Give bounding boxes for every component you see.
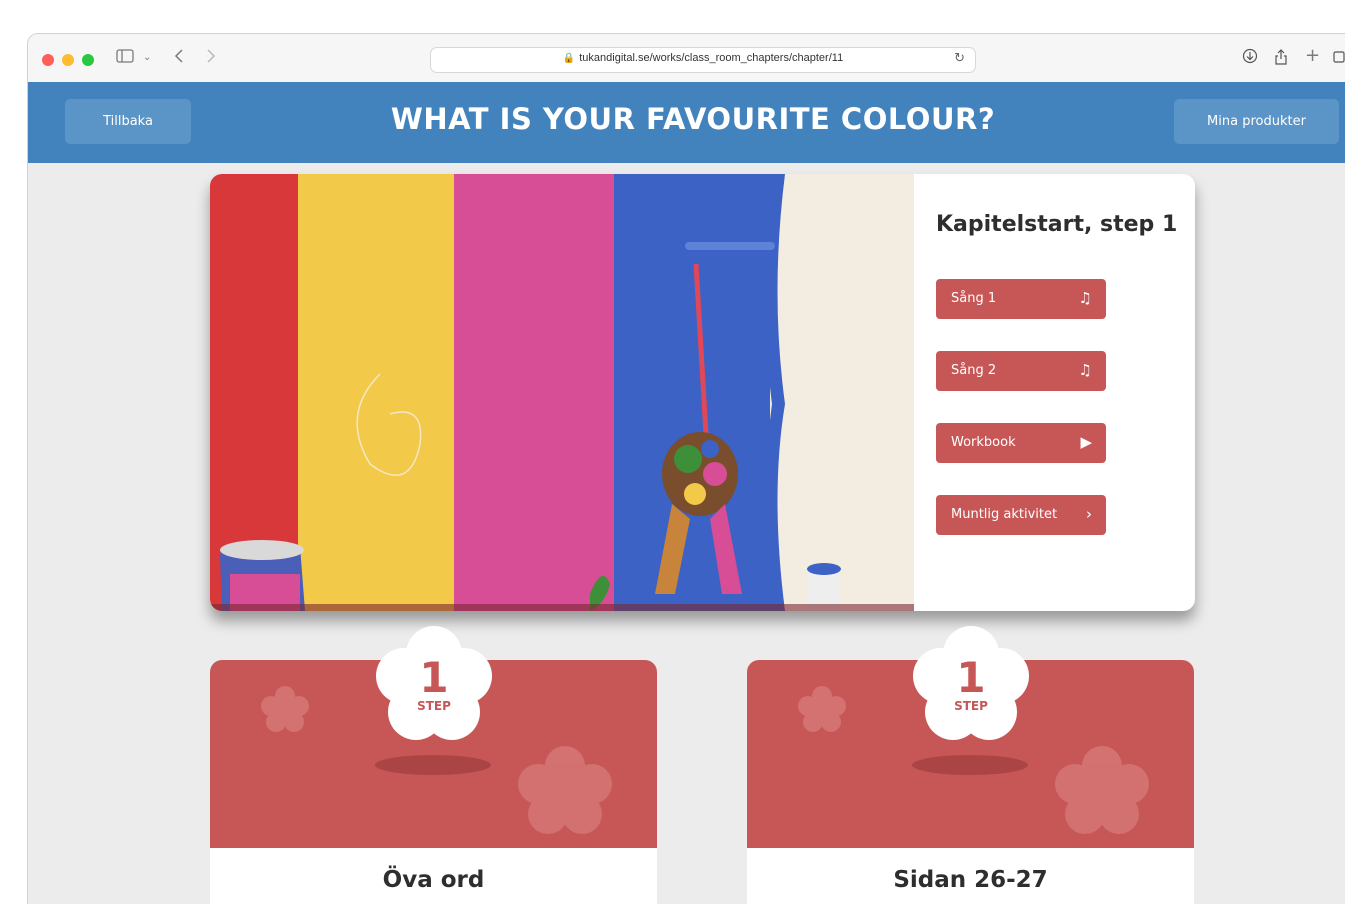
- step-word: STEP: [417, 699, 451, 713]
- section-title: Kapitelstart, step 1: [936, 212, 1178, 237]
- workbook-button[interactable]: Workbook ▶: [936, 423, 1106, 463]
- sidebar-toggle-icon[interactable]: [116, 48, 134, 68]
- step-badge: 1 STEP: [376, 626, 492, 740]
- browser-window: ⌄ 🔒 tukandigital.se/works/class_room_chap…: [28, 34, 1345, 904]
- chapter-hero-card: Kapitelstart, step 1 Sång 1 ♫ Sång 2 ♫ W…: [210, 174, 1195, 611]
- workbook-label: Workbook: [951, 435, 1016, 450]
- song-2-button[interactable]: Sång 2 ♫: [936, 351, 1106, 391]
- browser-toolbar: ⌄ 🔒 tukandigital.se/works/class_room_chap…: [28, 34, 1345, 83]
- chevron-right-icon: ›: [1086, 505, 1092, 523]
- download-icon[interactable]: [1242, 48, 1258, 69]
- step-number: 1: [956, 653, 985, 702]
- play-icon: ▶: [1080, 433, 1092, 451]
- lock-icon: 🔒: [562, 53, 576, 64]
- oral-activity-label: Muntlig aktivitet: [951, 507, 1058, 522]
- minimize-window-button[interactable]: [62, 54, 74, 66]
- song-2-label: Sång 2: [951, 363, 997, 378]
- url-text: tukandigital.se/works/class_room_chapter…: [579, 52, 844, 64]
- step-badge: 1 STEP: [913, 626, 1029, 740]
- painted-wall-image: [210, 174, 914, 611]
- step-number: 1: [419, 653, 448, 702]
- address-bar[interactable]: 🔒 tukandigital.se/works/class_room_chapte…: [430, 47, 976, 73]
- card-title: Sidan 26-27: [893, 867, 1048, 893]
- forward-icon[interactable]: [206, 48, 216, 68]
- zoom-window-button[interactable]: [82, 54, 94, 66]
- reload-icon[interactable]: ↻: [954, 51, 965, 66]
- close-window-button[interactable]: [42, 54, 54, 66]
- page-title: WHAT IS YOUR FAVOURITE COLOUR?: [390, 102, 996, 136]
- back-icon[interactable]: [174, 48, 184, 68]
- chevron-down-icon[interactable]: ⌄: [143, 48, 151, 68]
- share-icon[interactable]: [1274, 48, 1288, 71]
- tab-overview-icon[interactable]: [1333, 48, 1345, 68]
- my-products-button[interactable]: Mina produkter: [1174, 99, 1339, 144]
- music-note-icon: ♫: [1078, 361, 1092, 379]
- chapter-actions-panel: Kapitelstart, step 1 Sång 1 ♫ Sång 2 ♫ W…: [914, 174, 1195, 611]
- music-note-icon: ♫: [1078, 289, 1092, 307]
- app-header: Tillbaka WHAT IS YOUR FAVOURITE COLOUR? …: [28, 82, 1345, 163]
- card-title: Öva ord: [382, 867, 485, 893]
- new-tab-icon[interactable]: +: [1305, 46, 1320, 66]
- oral-activity-button[interactable]: Muntlig aktivitet ›: [936, 495, 1106, 535]
- song-1-button[interactable]: Sång 1 ♫: [936, 279, 1106, 319]
- song-1-label: Sång 1: [951, 291, 997, 306]
- step-word: STEP: [954, 699, 988, 713]
